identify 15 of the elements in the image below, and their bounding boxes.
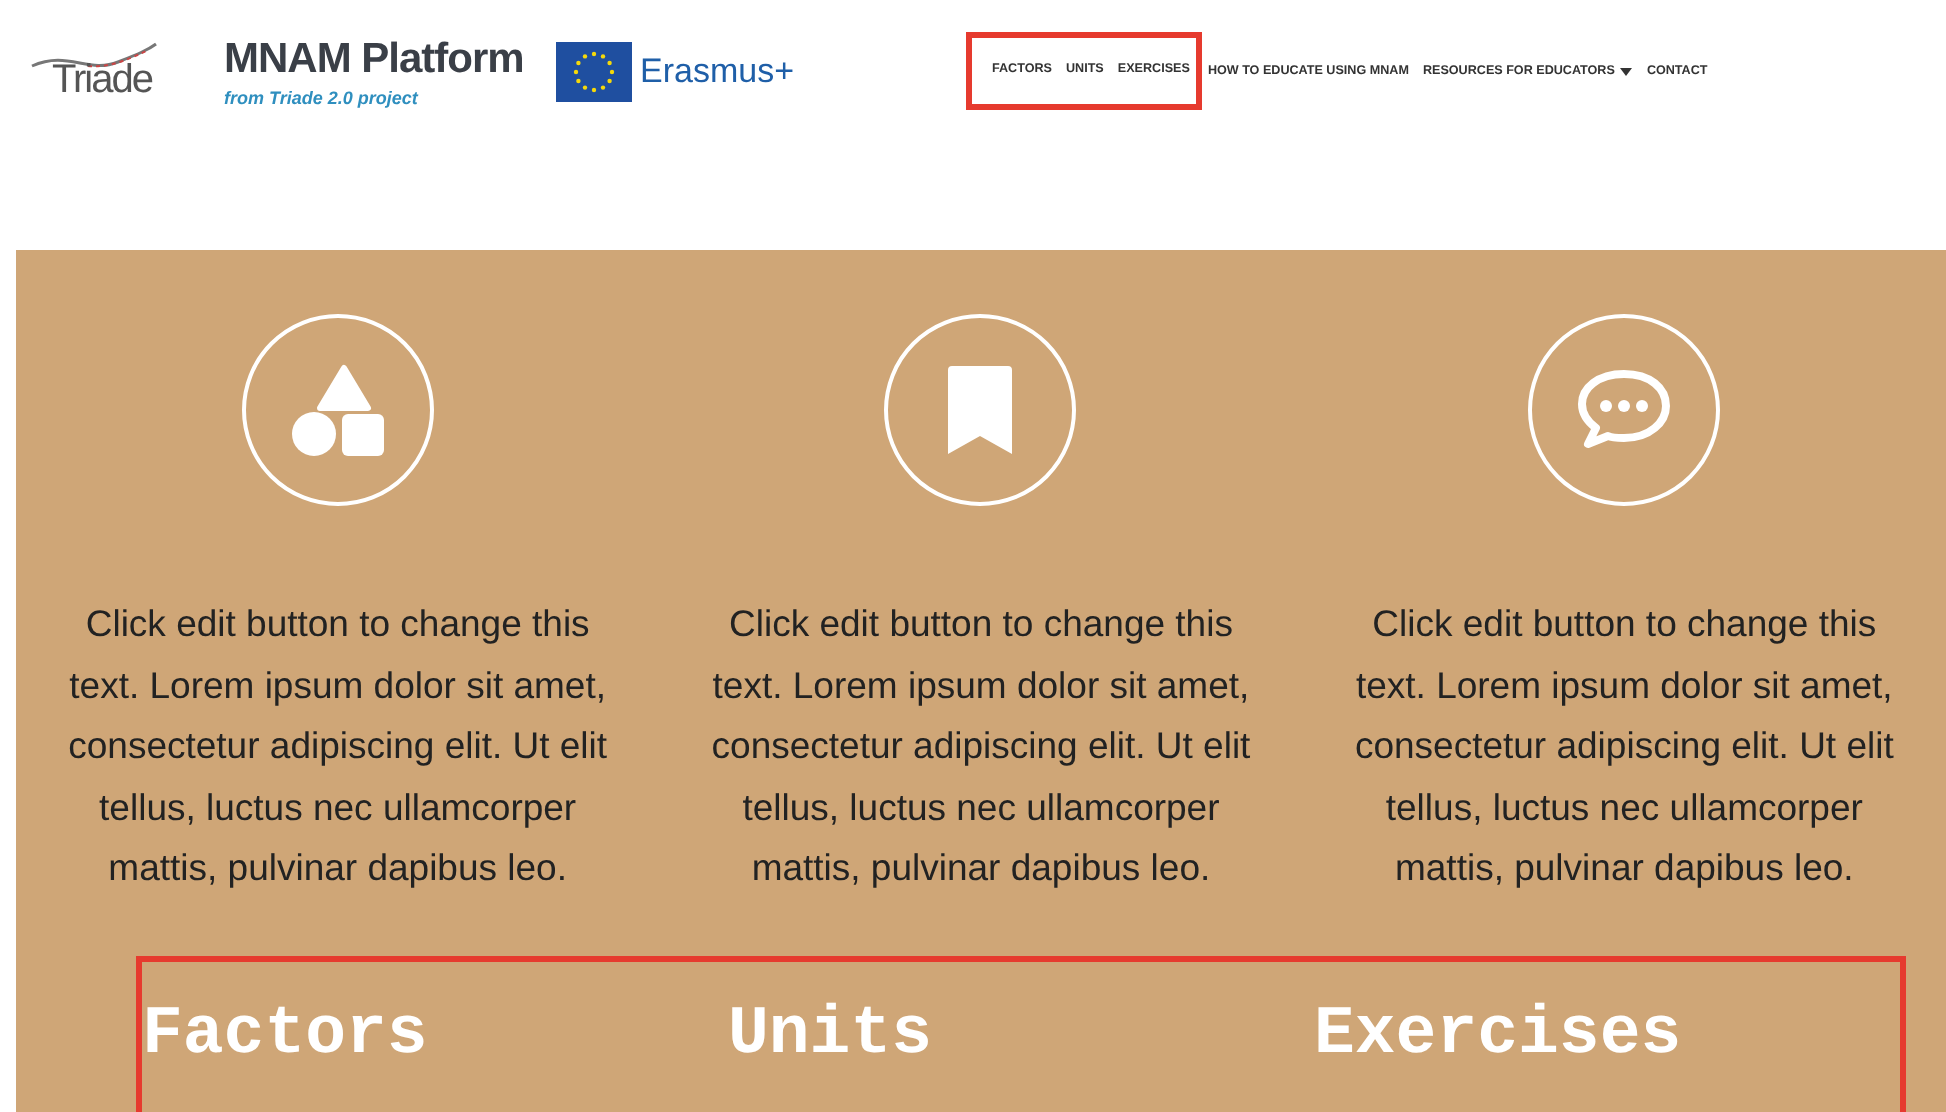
bookmark-icon xyxy=(944,364,1017,456)
caret-icon xyxy=(1620,67,1633,75)
shapes-icon xyxy=(287,360,388,460)
feature-text: Click edit button to change this text. Lorem ipsum dolor sit amet, consectetur adipiscing elit. Ut elit tellus, luctus nec ullamcorper mattis, pulvinar dapibus leo. xyxy=(66,600,610,893)
erasmus-logo-text: Erasmus+ xyxy=(640,52,794,92)
feature-heading: Units xyxy=(728,998,935,1078)
feature-text: Click edit button to change this text. Lorem ipsum dolor sit amet, consectetur adipiscing elit. Ut elit tellus, luctus nec ullamcorper mattis, pulvinar dapibus leo. xyxy=(709,600,1253,893)
chat-icon xyxy=(1576,368,1673,452)
triade-logo-text: Triade xyxy=(52,57,152,103)
platform-subtitle: from Triade 2.0 project xyxy=(224,86,421,110)
feature-text: Click edit button to change this text. Lorem ipsum dolor sit amet, consectetur adipiscing elit. Ut elit tellus, luctus nec ullamcorper mattis, pulvinar dapibus leo. xyxy=(1352,600,1896,893)
feature-heading: Exercises xyxy=(1314,998,1684,1078)
eu-flag-icon xyxy=(556,42,632,102)
platform-title: MNAM Platform xyxy=(224,34,526,86)
feature-heading: Factors xyxy=(142,998,430,1078)
